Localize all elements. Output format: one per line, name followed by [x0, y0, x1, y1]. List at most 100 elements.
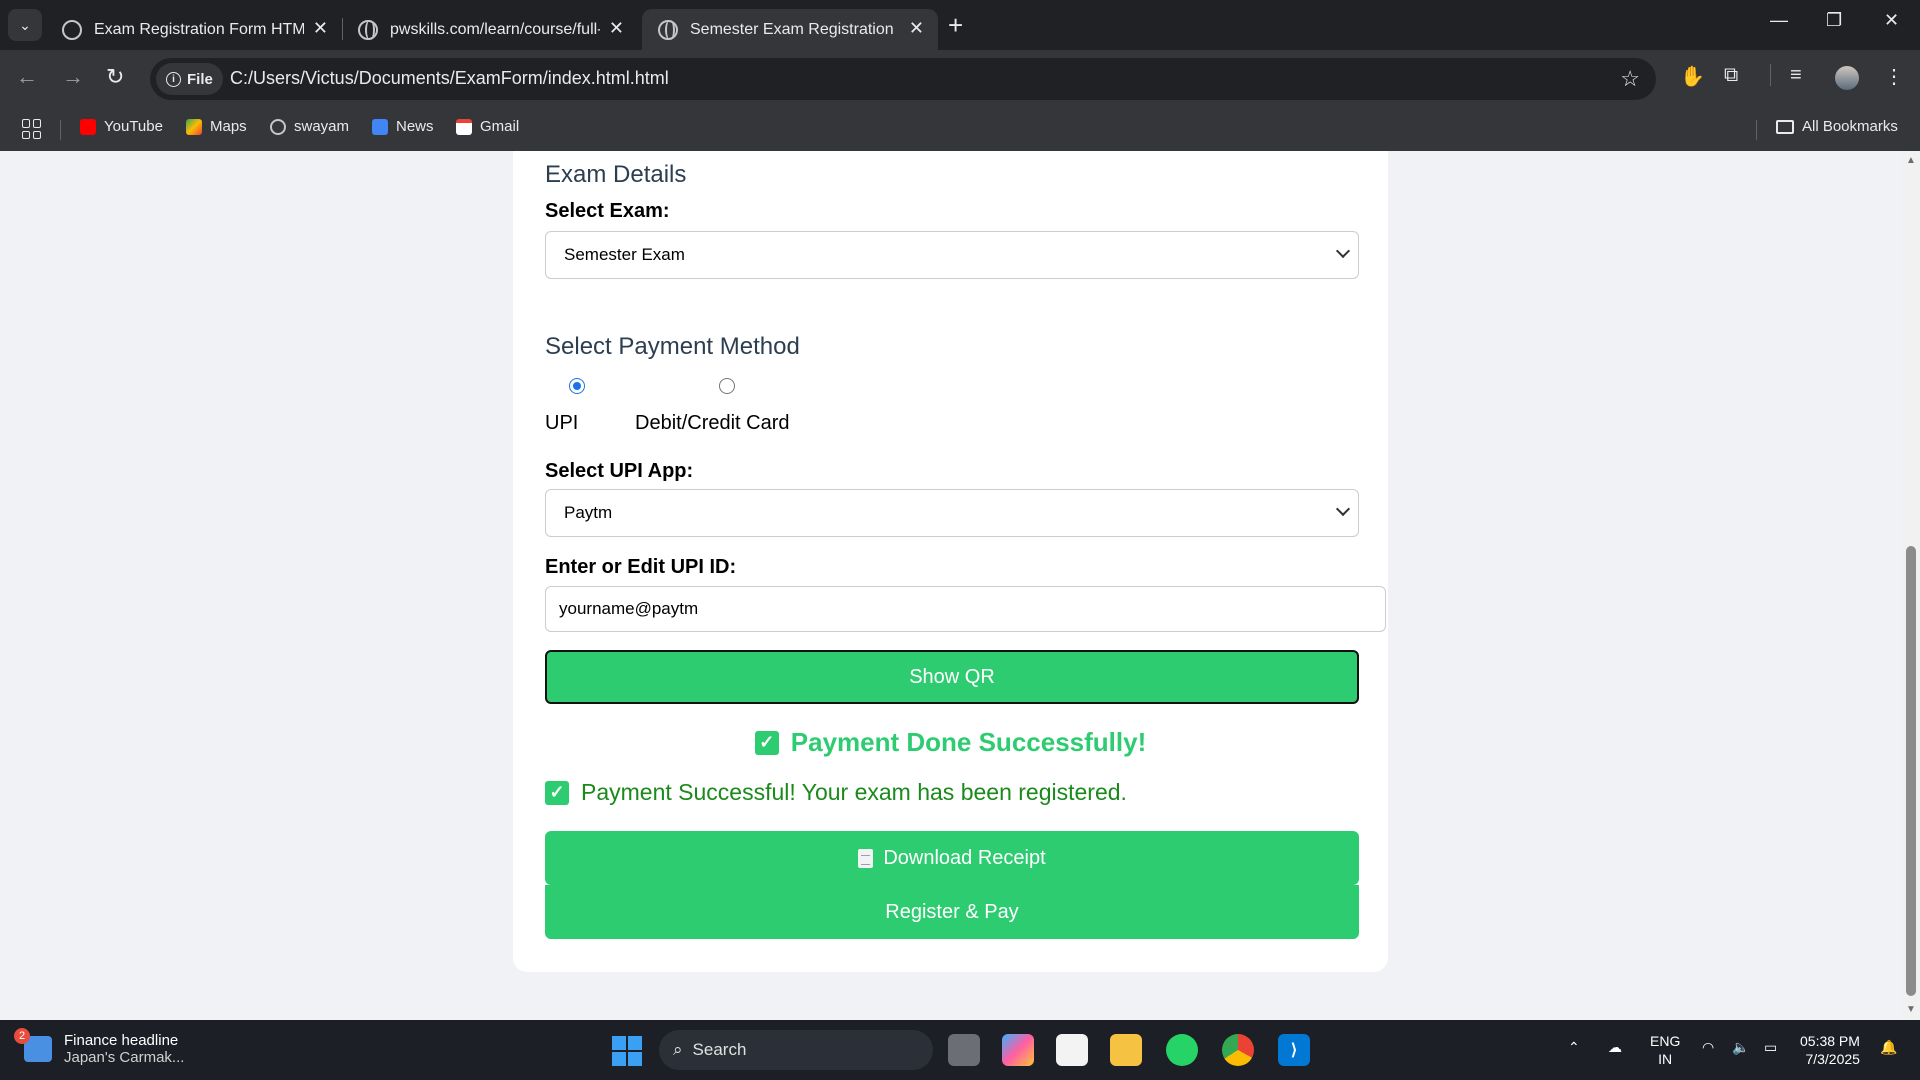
media-control-icon[interactable]: ≡ — [1790, 64, 1802, 87]
close-icon[interactable]: ✕ — [609, 18, 624, 39]
globe-icon — [270, 118, 286, 135]
whatsapp-icon[interactable] — [1166, 1034, 1198, 1066]
bookmark-maps[interactable]: Maps — [186, 118, 247, 135]
chevron-down-icon: ⌄ — [19, 16, 31, 33]
url-text[interactable]: C:/Users/Victus/Documents/ExamForm/index… — [230, 68, 669, 89]
clock-time: 05:38 PM — [1800, 1033, 1860, 1049]
scroll-thumb[interactable] — [1906, 546, 1916, 996]
bookmark-news[interactable]: News — [372, 118, 434, 135]
tab-title: Exam Registration Form HTML — [94, 20, 304, 38]
payment-done-text: Payment Done Successfully! — [790, 727, 1147, 757]
news-headline: Finance headline — [64, 1032, 179, 1049]
bookmark-youtube[interactable]: YouTube — [80, 118, 163, 135]
select-exam-label: Select Exam: — [545, 200, 670, 222]
tab-pwskills[interactable]: pwskills.com/learn/course/full-s ✕ — [342, 9, 638, 50]
close-icon[interactable]: ✕ — [909, 18, 924, 39]
upi-radio[interactable] — [569, 378, 585, 394]
tab-title: pwskills.com/learn/course/full-s — [390, 20, 600, 38]
wifi-icon[interactable]: ◠ — [1702, 1038, 1714, 1056]
news-icon — [372, 118, 388, 135]
forward-button[interactable]: → — [62, 64, 84, 90]
info-icon: i — [166, 71, 181, 87]
microsoft-store-icon[interactable] — [1056, 1034, 1088, 1066]
close-icon[interactable]: ✕ — [313, 18, 328, 39]
scroll-down-arrow-icon[interactable]: ▼ — [1906, 1004, 1916, 1015]
tab-title: Semester Exam Registration — [690, 20, 894, 38]
maps-icon — [186, 118, 202, 135]
reload-button[interactable]: ↻ — [106, 64, 124, 90]
file-explorer-icon[interactable] — [1110, 1034, 1142, 1066]
onedrive-icon[interactable]: ☁ — [1608, 1038, 1622, 1056]
news-subline: Japan's Carmak... — [64, 1049, 185, 1066]
tab-search-button[interactable]: ⌄ — [8, 9, 42, 41]
volume-icon[interactable]: 🔈 — [1732, 1038, 1749, 1056]
bookmark-label: Gmail — [480, 118, 520, 135]
bookmark-gmail[interactable]: Gmail — [456, 118, 519, 135]
battery-icon[interactable]: ▭ — [1764, 1038, 1777, 1056]
news-widget[interactable]: 2 Finance headline Japan's Carmak... — [14, 1028, 185, 1066]
browser-toolbar: ← → ↻ i File C:/Users/Victus/Documents/E… — [0, 50, 1920, 108]
language-code: ENG — [1650, 1033, 1681, 1049]
registration-success-text: Payment Successful! Your exam has been r… — [581, 779, 1127, 805]
show-hidden-icons-chevron-icon[interactable]: ⌃ — [1568, 1038, 1580, 1056]
upi-id-label: Enter or Edit UPI ID: — [545, 556, 737, 578]
vertical-scrollbar[interactable]: ▲ ▼ — [1902, 151, 1920, 1020]
card-radio[interactable] — [719, 378, 735, 394]
new-tab-button[interactable]: + — [948, 10, 963, 41]
site-info-chip[interactable]: i File — [156, 63, 223, 95]
windows-start-icon[interactable] — [612, 1036, 642, 1066]
restore-button[interactable]: ❐ — [1826, 10, 1842, 31]
payment-method-heading: Select Payment Method — [545, 333, 800, 360]
minimize-button[interactable]: — — [1770, 10, 1788, 31]
download-receipt-label: Download Receipt — [883, 846, 1046, 869]
scroll-up-arrow-icon[interactable]: ▲ — [1906, 155, 1916, 166]
taskbar-search[interactable]: ⌕ Search — [659, 1030, 933, 1070]
extensions-puzzle-icon[interactable]: ⧉ — [1724, 64, 1738, 87]
bookmark-swayam[interactable]: swayam — [270, 118, 349, 135]
news-badge: 2 — [14, 1028, 30, 1044]
download-receipt-button[interactable]: Download Receipt — [545, 831, 1359, 885]
extension-icon[interactable]: ✋ — [1680, 64, 1705, 89]
clock[interactable]: 05:38 PM 7/3/2025 — [1800, 1032, 1860, 1068]
chevron-down-icon — [1335, 501, 1351, 517]
taskbar-search-label: Search — [692, 1040, 747, 1059]
apps-grid-icon[interactable] — [22, 119, 42, 139]
copilot-icon[interactable] — [1002, 1034, 1034, 1066]
exam-details-heading: Exam Details — [545, 161, 687, 188]
bookmark-label: News — [396, 118, 434, 135]
chrome-icon[interactable] — [1222, 1034, 1254, 1066]
notification-bell-icon[interactable]: 🔔 — [1880, 1038, 1897, 1056]
all-bookmarks-button[interactable]: All Bookmarks — [1776, 118, 1898, 135]
search-icon: ⌕ — [673, 1040, 683, 1059]
upi-id-input[interactable]: yourname@paytm — [545, 586, 1386, 632]
menu-kebab-icon[interactable]: ⋮ — [1884, 64, 1904, 89]
folder-icon — [1776, 119, 1794, 134]
register-pay-button[interactable]: Register & Pay — [545, 885, 1359, 939]
bookmarks-bar: YouTube Maps swayam News Gmail All Bookm… — [0, 108, 1920, 151]
bookmark-label: Maps — [210, 118, 247, 135]
profile-avatar[interactable] — [1835, 66, 1859, 90]
gmail-icon — [456, 118, 472, 135]
bookmark-separator — [1756, 120, 1757, 140]
task-view-icon[interactable] — [948, 1034, 980, 1066]
tab-exam-registration-form[interactable]: Exam Registration Form HTML ✕ — [46, 9, 342, 50]
bookmark-star-icon[interactable]: ☆ — [1620, 66, 1640, 92]
tab-semester-exam-registration[interactable]: Semester Exam Registration ✕ — [642, 9, 938, 50]
back-button[interactable]: ← — [16, 64, 38, 90]
site-info-label: File — [187, 70, 213, 88]
address-bar[interactable]: i File C:/Users/Victus/Documents/ExamFor… — [150, 58, 1656, 100]
card-radio-label: Debit/Credit Card — [635, 412, 790, 434]
register-pay-label: Register & Pay — [885, 900, 1019, 923]
window-close-button[interactable]: ✕ — [1884, 10, 1899, 31]
tab-strip: ⌄ Exam Registration Form HTML ✕ pwskills… — [0, 0, 1920, 50]
bookmark-label: swayam — [294, 118, 350, 135]
language-indicator[interactable]: ENG IN — [1650, 1032, 1680, 1068]
upi-app-select[interactable]: Paytm — [545, 489, 1359, 537]
youtube-icon — [80, 118, 96, 135]
exam-select-value: Semester Exam — [564, 245, 685, 264]
vscode-icon[interactable]: ⟩ — [1278, 1034, 1310, 1066]
show-qr-button[interactable]: Show QR — [545, 650, 1359, 704]
exam-select[interactable]: Semester Exam — [545, 231, 1359, 279]
document-icon — [858, 848, 874, 868]
registration-card: Exam Details Select Exam: Semester Exam … — [513, 151, 1388, 972]
